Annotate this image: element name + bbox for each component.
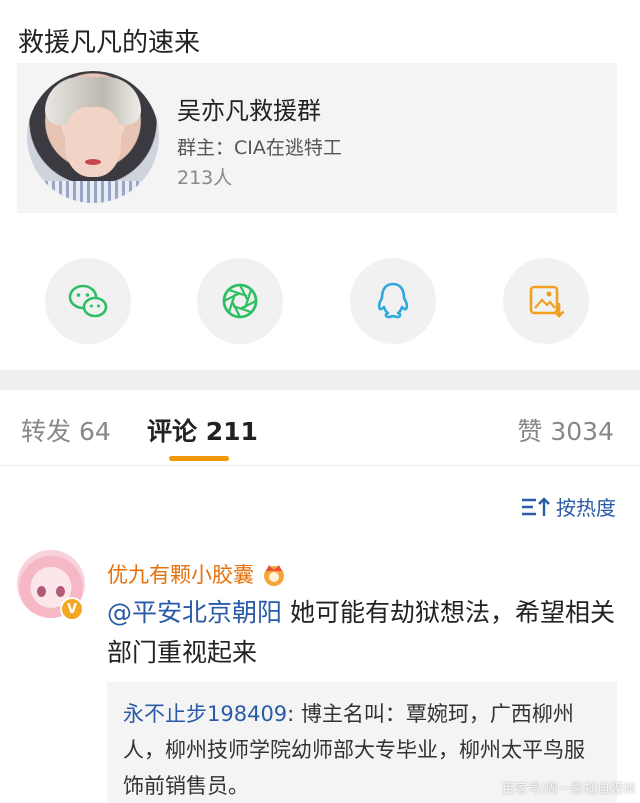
group-avatar: [27, 71, 159, 203]
group-name: 吴亦凡救援群: [177, 97, 321, 125]
save-image-button[interactable]: [503, 258, 589, 344]
save-image-icon: [529, 285, 565, 318]
watermark: 百家号/周一影视自媒体: [501, 782, 636, 797]
tab-like[interactable]: 赞 3034: [517, 412, 614, 448]
tab-repost[interactable]: 转发 64: [21, 412, 111, 448]
verified-badge-icon: V: [60, 597, 84, 621]
post-text: 救援凡凡的速来: [18, 28, 201, 58]
wechat-icon: [68, 284, 108, 318]
sort-by-hot-button[interactable]: 按热度: [520, 492, 616, 521]
group-owner: 群主：CIA在逃特工: [177, 137, 342, 159]
section-divider: [0, 370, 640, 390]
mention-link[interactable]: @平安北京朝阳: [107, 598, 282, 627]
commenter-name-row[interactable]: 优九有颗小胶囊: [107, 559, 288, 589]
moments-icon: [222, 283, 258, 319]
crown-badge-icon: [264, 565, 284, 586]
comment-item: V 优九有颗小胶囊 @平安北京朝阳 她可能有劫狱想法，希望相关部门重视起来 永不…: [0, 545, 640, 803]
tab-comment[interactable]: 评论 211: [147, 412, 258, 448]
sort-label: 按热度: [556, 496, 616, 520]
share-wechat-button[interactable]: [45, 258, 131, 344]
comment-text: @平安北京朝阳 她可能有劫狱想法，希望相关部门重视起来: [107, 593, 617, 673]
quoted-username[interactable]: 永不止步198409: [123, 702, 287, 726]
commenter-name: 优九有颗小胶囊: [107, 563, 254, 587]
active-tab-indicator: [169, 456, 229, 461]
qq-icon: [377, 282, 409, 319]
group-member-count: 213人: [177, 167, 233, 189]
group-card[interactable]: 吴亦凡救援群 群主：CIA在逃特工 213人: [17, 63, 617, 213]
share-moments-button[interactable]: [197, 258, 283, 344]
interaction-tabs: 转发 64 评论 211 赞 3034: [0, 390, 640, 466]
sort-icon: [522, 496, 550, 516]
share-row: [0, 258, 640, 344]
share-qq-button[interactable]: [350, 258, 436, 344]
